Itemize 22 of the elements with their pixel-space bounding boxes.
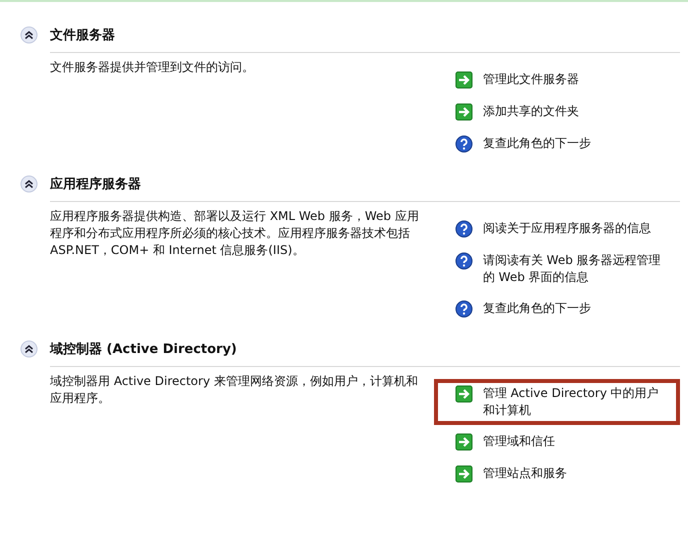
section-description: 应用程序服务器提供构造、部署以及运行 XML Web 服务，Web 应用程序和分布式应用程序所必须的核心技术。应用程序服务器技术包括 ASP.NET，COM+ 和 Internet 信息服务(IIS)。 <box>50 208 420 259</box>
task-link[interactable]: 管理域和信任 <box>482 433 661 450</box>
section-title: 应用程序服务器 <box>50 176 141 193</box>
help-icon <box>454 252 473 270</box>
help-icon <box>454 300 473 318</box>
task-link[interactable]: 阅读关于应用程序服务器的信息 <box>482 220 661 237</box>
help-icon <box>454 220 473 238</box>
task-link[interactable]: 复查此角色的下一步 <box>482 135 661 152</box>
task-link[interactable]: 管理站点和服务 <box>482 465 661 482</box>
section-title: 文件服务器 <box>50 26 115 44</box>
section-description: 域控制器用 Active Directory 来管理网络资源，例如用户，计算机和应用程序。 <box>50 373 419 407</box>
task-link[interactable]: 添加共享的文件夹 <box>482 103 661 120</box>
task-link[interactable]: 请阅读有关 Web 服务器远程管理的 Web 界面的信息 <box>482 252 661 286</box>
task-link[interactable]: 管理此文件服务器 <box>482 71 661 88</box>
task-link[interactable]: 复查此角色的下一步 <box>482 300 661 317</box>
section-title: 域控制器 (Active Directory) <box>50 341 237 358</box>
collapse-button[interactable] <box>20 340 38 358</box>
section-description: 文件服务器提供并管理到文件的访问。 <box>50 59 255 76</box>
help-icon <box>454 135 473 153</box>
task-link[interactable]: 管理 Active Directory 中的用户和计算机 <box>482 385 661 419</box>
collapse-button[interactable] <box>20 175 38 193</box>
collapse-button[interactable] <box>20 26 38 44</box>
